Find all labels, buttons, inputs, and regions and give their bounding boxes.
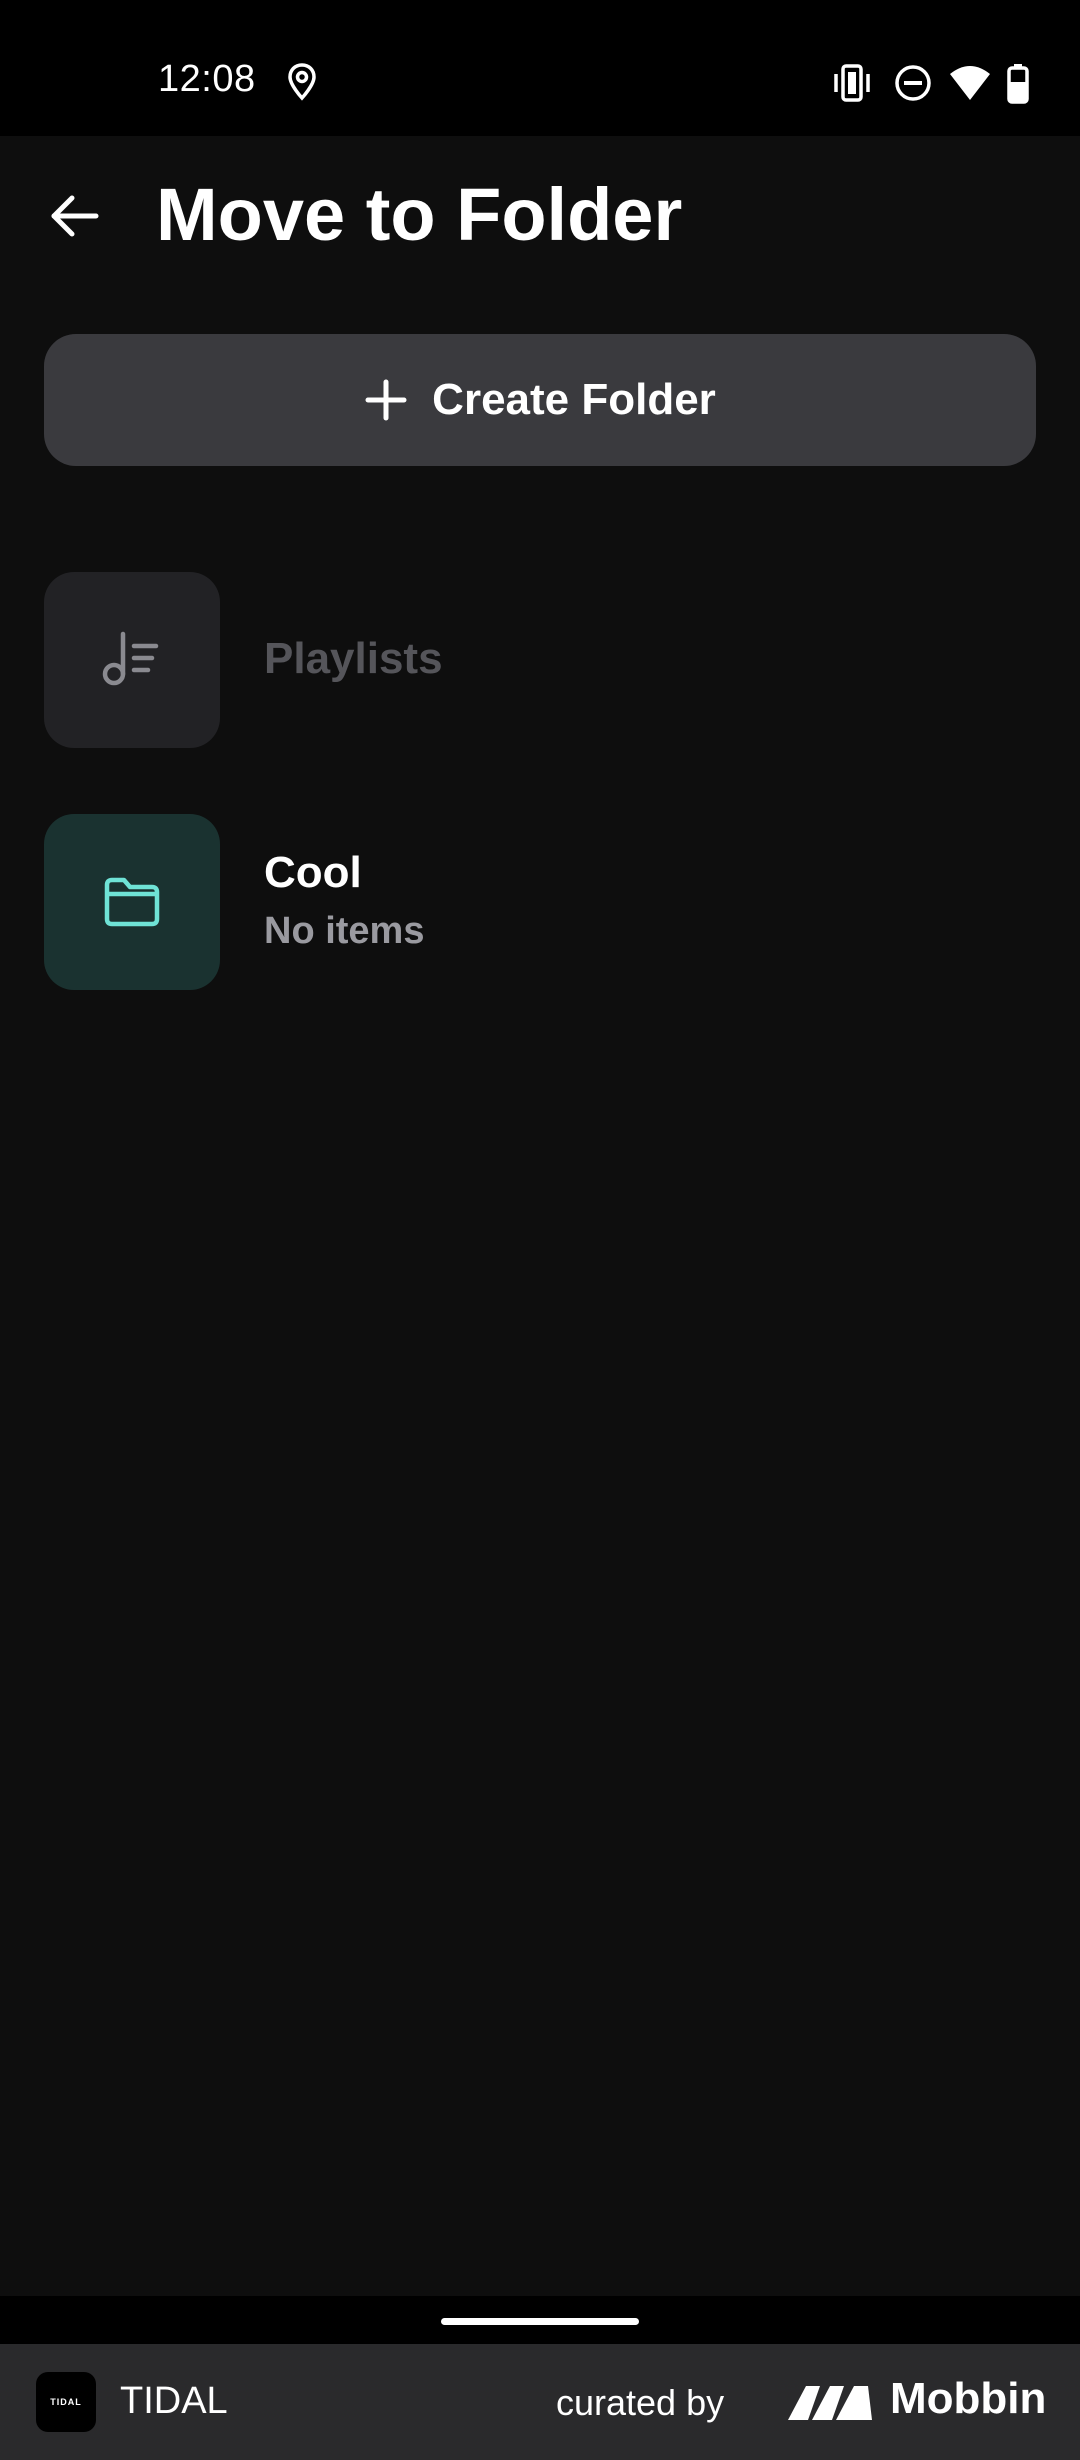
app-name: TIDAL (120, 2380, 228, 2422)
arrow-left-icon[interactable] (44, 186, 104, 246)
status-bar: 12:08 (0, 0, 1080, 136)
music-list-icon (102, 631, 159, 686)
battery-icon (1007, 64, 1029, 104)
folder-subtitle: No items (264, 910, 425, 952)
app-icon-text: TIDAL (50, 2397, 82, 2407)
create-folder-label: Create Folder (432, 375, 716, 424)
folder-item-cool[interactable]: Cool No items (44, 814, 1036, 990)
folder-thumbnail (44, 572, 220, 748)
page-title: Move to Folder (156, 173, 683, 256)
folder-thumbnail (44, 814, 220, 990)
vibrate-icon (834, 64, 870, 102)
create-folder-button[interactable]: Create Folder (44, 334, 1036, 466)
brand-name: Mobbin (890, 2374, 1047, 2423)
home-handle[interactable] (441, 2318, 639, 2325)
plus-icon (365, 379, 407, 421)
folder-item-playlists: Playlists (44, 572, 1036, 748)
folder-title: Cool (264, 848, 362, 897)
mobbin-logo-icon (788, 2386, 872, 2420)
location-icon (288, 63, 316, 101)
wifi-icon (950, 66, 990, 100)
header: Move to Folder (0, 136, 1080, 296)
app-icon: TIDAL (36, 2372, 96, 2432)
status-time: 12:08 (158, 58, 256, 100)
folder-icon (104, 877, 160, 927)
do-not-disturb-icon (895, 65, 931, 101)
folder-title: Playlists (264, 634, 443, 683)
footer-banner: TIDAL TIDAL curated by Mobbin (0, 2344, 1080, 2460)
navigation-bar (0, 2296, 1080, 2344)
curated-by-label: curated by (556, 2382, 725, 2423)
